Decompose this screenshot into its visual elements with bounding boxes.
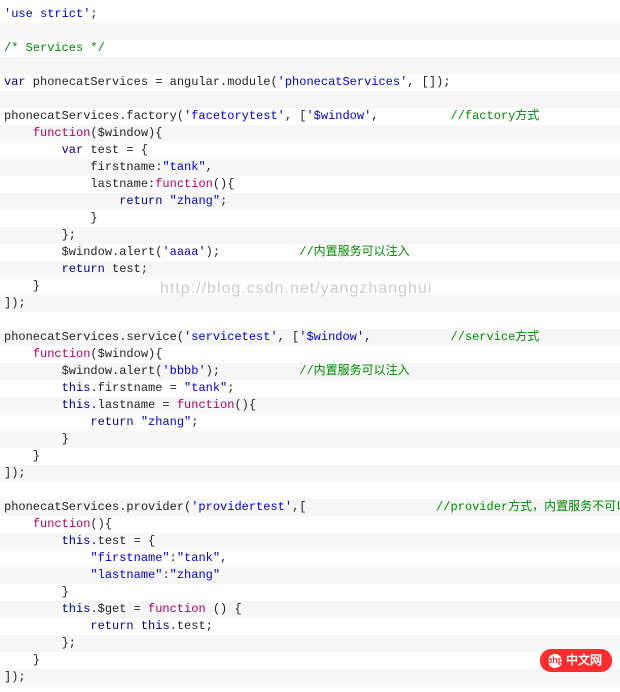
comment-factory: //factory方式 [451,109,540,123]
php-icon: php [548,654,562,668]
site-badge: php 中文网 [540,649,612,672]
code-line: 'use strict' [4,7,90,21]
badge-text: 中文网 [566,652,602,669]
comment-service: //service方式 [451,330,540,344]
comment-inject: //内置服务可以注入 [299,245,409,259]
code-block: 'use strict'; /* Services */ var phoneca… [0,6,620,686]
comment-provider: //provider方式，内置服务不可以注入 [436,500,620,514]
code-comment: /* Services */ [4,41,105,55]
